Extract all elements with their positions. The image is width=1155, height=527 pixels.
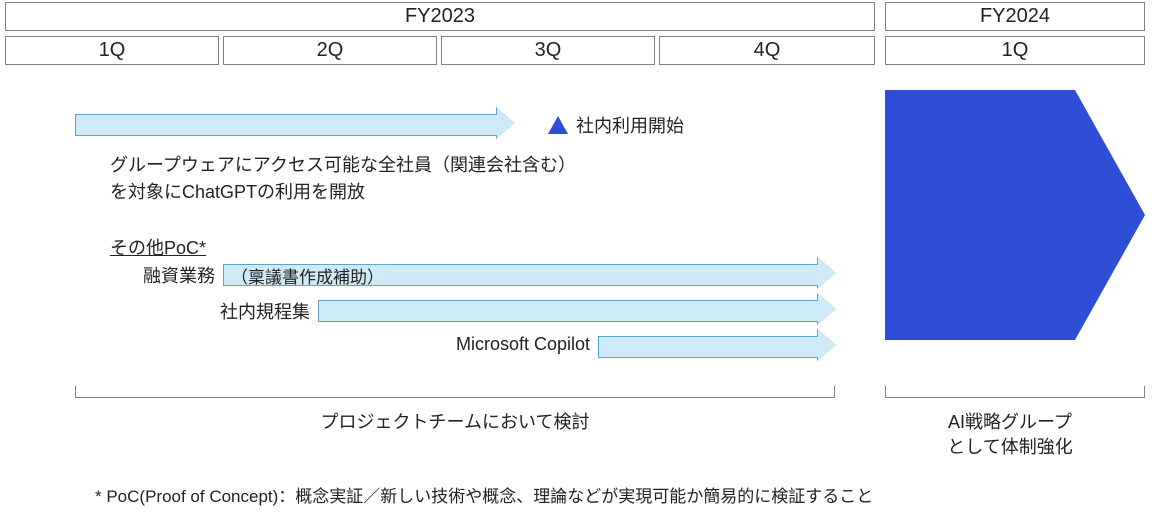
- triangle-icon: [548, 116, 568, 134]
- q2-box: 2Q: [223, 36, 437, 65]
- chatgpt-description: グループウェアにアクセス可能な全社員（関連会社含む） を対象にChatGPTの利…: [110, 152, 576, 206]
- chatgpt-desc-line2: を対象にChatGPTの利用を開放: [110, 182, 365, 202]
- q4-box: 4Q: [659, 36, 875, 65]
- arrow-poc-row2: [318, 294, 836, 328]
- year-fy2023-label: FY2023: [405, 5, 475, 27]
- bracket-right-label: AI戦略グループ として体制強化: [870, 410, 1150, 460]
- bracket-right: [885, 386, 1145, 398]
- q2-label: 2Q: [317, 39, 344, 61]
- q1-box: 1Q: [5, 36, 219, 65]
- q4-label: 4Q: [754, 39, 781, 61]
- poc-row3-label: Microsoft Copilot: [360, 334, 590, 355]
- poc-row2-label: 社内規程集: [180, 298, 310, 324]
- poc-section-title: その他PoC*: [110, 234, 206, 260]
- q1-label: 1Q: [99, 39, 126, 61]
- milestone-internal-launch: 社内利用開始: [548, 112, 684, 138]
- poc-row1-inner: （稟議書作成補助）: [231, 258, 814, 292]
- bracket-right-line1: AI戦略グループ: [948, 412, 1072, 432]
- q3-label: 3Q: [535, 39, 562, 61]
- poc-row1-label: 融資業務: [110, 262, 215, 288]
- bracket-left: [75, 386, 835, 398]
- year-fy2024: FY2024: [885, 2, 1145, 31]
- fy24-q1-label: 1Q: [1002, 39, 1029, 61]
- year-fy2024-label: FY2024: [980, 5, 1050, 27]
- chatgpt-desc-line1: グループウェアにアクセス可能な全社員（関連会社含む）: [110, 155, 576, 175]
- q3-box: 3Q: [441, 36, 655, 65]
- big-arrow-fy2024: [885, 90, 1145, 340]
- arrow-chatgpt-rollout: [75, 108, 515, 142]
- footnote-poc: * PoC(Proof of Concept)：概念実証／新しい技術や概念、理論…: [95, 482, 873, 507]
- year-fy2023: FY2023: [5, 2, 875, 31]
- fy24-q1-box: 1Q: [885, 36, 1145, 65]
- bracket-right-line2: として体制強化: [947, 437, 1072, 457]
- arrow-poc-row1: （稟議書作成補助）: [223, 258, 836, 292]
- arrow-poc-row3: [598, 330, 836, 364]
- milestone-label: 社内利用開始: [576, 112, 684, 138]
- bracket-left-label: プロジェクトチームにおいて検討: [75, 410, 835, 435]
